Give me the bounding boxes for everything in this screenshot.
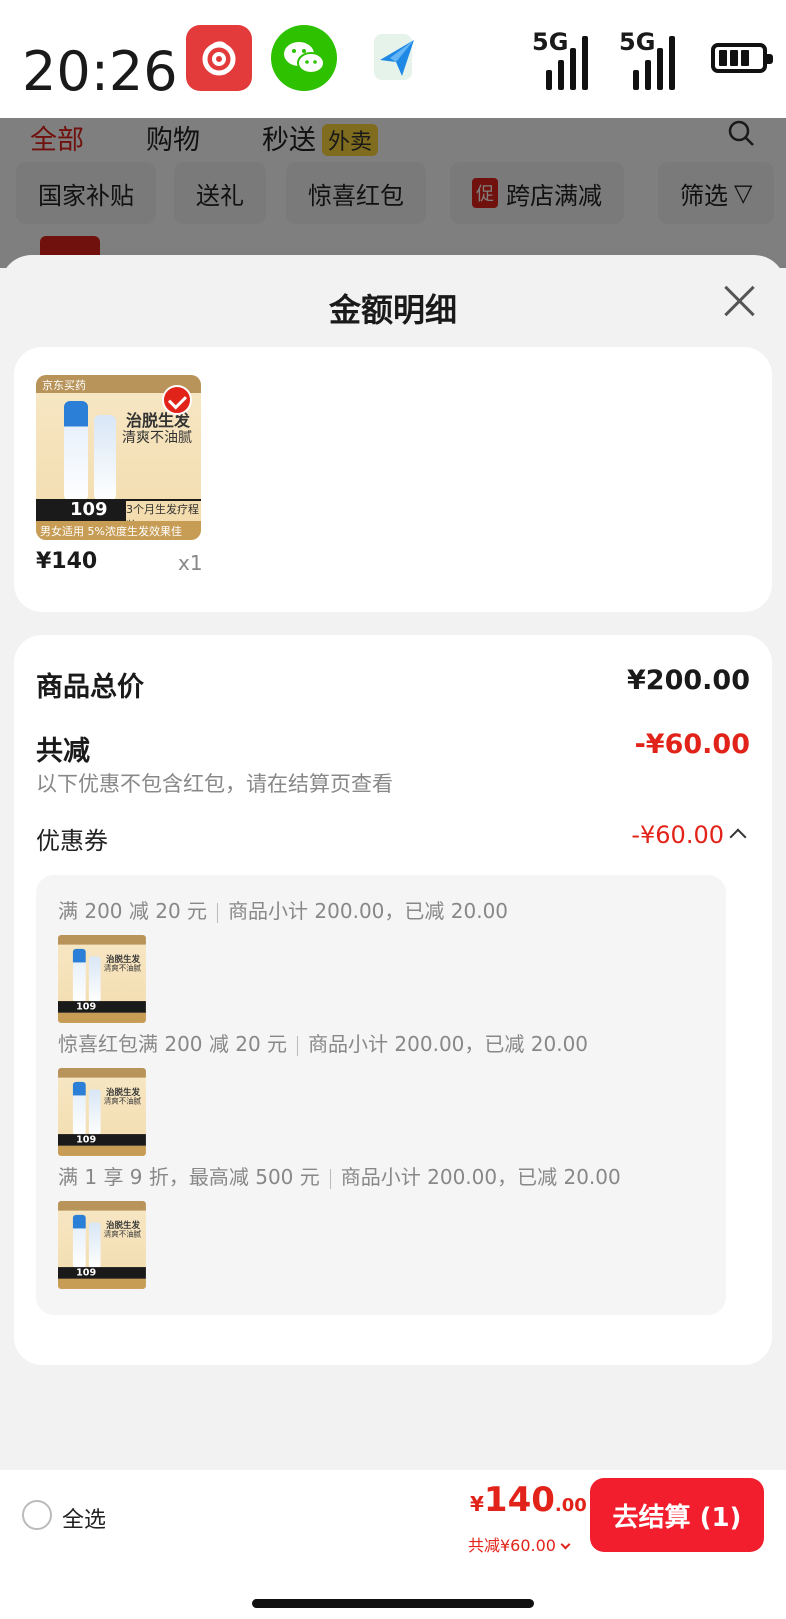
summary-card: 商品总价 ¥200.00 共减 -¥60.00 以下优惠不包含红包，请在结算页查… (14, 635, 772, 1365)
discount-note: 以下优惠不包含红包，请在结算页查看 (36, 772, 393, 796)
chevron-down-icon[interactable] (560, 1539, 571, 1550)
product-card: 京东买药 治脱生发 清爽不油腻 109 3个月生发疗程装 男女适用 5%浓度生发… (14, 347, 772, 612)
total-label: 商品总价 (36, 672, 144, 703)
product-qty: x1 (178, 551, 203, 575)
select-all-label[interactable]: 全选 (62, 1502, 106, 1534)
select-all-radio[interactable] (22, 1500, 52, 1530)
coupon-line-2: 惊喜红包满 200 减 20 元商品小计 200.00，已减 20.00 (58, 1032, 589, 1056)
discount-label: 共减 (36, 736, 90, 767)
battery-icon (711, 43, 773, 73)
home-indicator[interactable] (252, 1599, 534, 1608)
coupon-line-1: 满 200 减 20 元商品小计 200.00，已减 20.00 (58, 899, 509, 923)
coupon-product-thumb-3: 治脱生发 清爽不油腻 109 (58, 1201, 146, 1289)
total-value: ¥200.00 (627, 665, 750, 696)
amount-detail-sheet: 金额明细 京东买药 治脱生发 清爽不油腻 109 3个月生发疗程装 男女适用 5… (0, 255, 786, 1619)
selected-check-icon[interactable] (162, 385, 192, 415)
status-time: 20:26 (22, 40, 178, 103)
product-price: ¥140 (36, 549, 98, 574)
chevron-up-icon[interactable] (729, 828, 747, 846)
coupon-label[interactable]: 优惠券 (36, 821, 108, 856)
coupon-line-3: 满 1 享 9 折，最高减 500 元商品小计 200.00，已减 20.00 (58, 1165, 621, 1189)
netease-music-icon (186, 25, 252, 91)
sheet-title: 金额明细 (328, 291, 457, 329)
signal-5g-2: 5G (619, 28, 689, 90)
coupon-detail-box: 满 200 减 20 元商品小计 200.00，已减 20.00 治脱生发 清爽… (36, 875, 726, 1315)
modal-overlay[interactable] (0, 118, 786, 268)
wechat-icon (271, 25, 337, 91)
coupon-product-thumb-1: 治脱生发 清爽不油腻 109 (58, 935, 146, 1023)
product-image[interactable]: 京东买药 治脱生发 清爽不油腻 109 3个月生发疗程装 男女适用 5%浓度生发… (36, 375, 201, 540)
checkout-button[interactable]: 去结算 (1) (590, 1478, 764, 1552)
status-bar: 20:26 5G 5G (0, 0, 786, 118)
send-plane-icon (362, 25, 428, 91)
saved-amount[interactable]: 共减¥60.00 (468, 1532, 571, 1556)
coupon-product-thumb-2: 治脱生发 清爽不油腻 109 (58, 1068, 146, 1156)
close-button[interactable] (718, 279, 762, 323)
checkout-bar: 全选 ¥140.00 共减¥60.00 去结算 (1) (0, 1470, 786, 1619)
total-price: ¥140.00 (470, 1480, 587, 1520)
discount-value: -¥60.00 (634, 729, 750, 760)
signal-5g-1: 5G (532, 28, 602, 90)
coupon-value[interactable]: -¥60.00 (631, 821, 724, 849)
